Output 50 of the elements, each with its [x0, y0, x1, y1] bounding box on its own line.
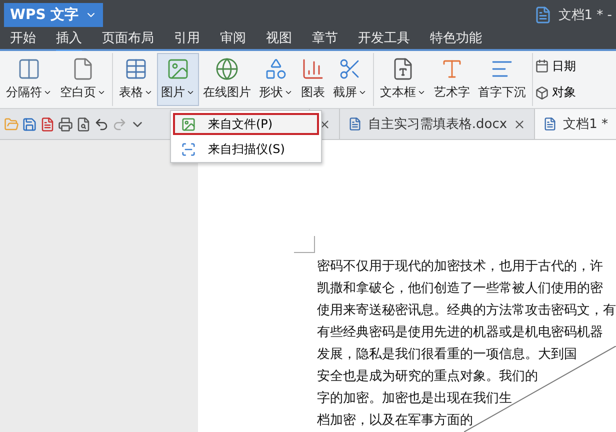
- menu-tab[interactable]: 视图: [266, 29, 292, 52]
- document-text-line: 字的加密。加密也是出现在我们生: [317, 390, 513, 408]
- word-document-icon: [348, 117, 362, 131]
- word-document-icon: [543, 117, 558, 131]
- picture-icon: [166, 57, 190, 82]
- pdf-icon[interactable]: [40, 116, 55, 132]
- table-icon: [124, 57, 148, 82]
- ribbon-button[interactable]: 在线图片: [199, 53, 255, 106]
- print-preview-icon[interactable]: [76, 116, 91, 132]
- ribbon-button[interactable]: 艺术字: [430, 53, 474, 106]
- document-title: 文档1 * -: [558, 6, 612, 24]
- document-text-line: 档加密，以及在军事方面的: [317, 412, 474, 430]
- menu-item[interactable]: 来自文件(P): [173, 113, 319, 135]
- close-icon[interactable]: [513, 118, 526, 130]
- document-text-line: 凯撒和拿破仑，他们创造了一些常被人们使用的密: [317, 280, 604, 298]
- menu-tab[interactable]: 开发工具: [358, 29, 410, 52]
- app-menu-button[interactable]: WPS 文字: [4, 2, 103, 27]
- online-picture-icon: [215, 57, 239, 82]
- chart-icon: [301, 57, 325, 82]
- menu-tab[interactable]: 特色功能: [430, 29, 482, 52]
- ribbon-button[interactable]: 首字下沉: [474, 53, 530, 106]
- document-tab[interactable]: 文档1 *: [534, 109, 616, 139]
- scanner-icon: [181, 142, 196, 156]
- print-icon[interactable]: [58, 116, 73, 132]
- menu-tab[interactable]: 审阅: [220, 29, 246, 52]
- document-text-line: 有些经典密码是使用先进的机器或是机电密码机器: [317, 324, 604, 342]
- ribbon-button[interactable]: 对象: [533, 84, 578, 102]
- document-text-line: 密码不仅用于现代的加密技术，也用于古代的，许: [317, 258, 604, 276]
- picture-icon: [181, 116, 196, 132]
- ribbon-button[interactable]: 表格: [115, 53, 157, 106]
- shapes-icon: [264, 57, 288, 82]
- document-text-line: 使用来寄送秘密讯息。经典的方法常攻击密码文，有: [317, 302, 616, 320]
- ribbon-button[interactable]: 日期: [533, 58, 578, 75]
- object-icon: [535, 86, 549, 100]
- save-icon[interactable]: [22, 116, 37, 132]
- menu-tab[interactable]: 章节: [312, 29, 338, 52]
- margin-corner-mark: [294, 236, 315, 253]
- ribbon-button[interactable]: 图片: [157, 53, 199, 106]
- undo-icon[interactable]: [94, 116, 109, 132]
- calendar-icon: [535, 59, 549, 74]
- ribbon-button[interactable]: 截屏: [329, 53, 371, 106]
- menu-tab[interactable]: 页面布局: [102, 29, 154, 52]
- menu-tab[interactable]: 引用: [174, 29, 200, 52]
- ribbon-button[interactable]: 图表: [297, 53, 329, 106]
- ribbon-button[interactable]: 分隔符: [2, 53, 56, 106]
- ribbon-button[interactable]: 文本框: [376, 53, 430, 106]
- menu-tab[interactable]: 开始: [10, 29, 36, 52]
- ribbon-button[interactable]: 空白页: [56, 53, 110, 106]
- ribbon-button[interactable]: 形状: [255, 53, 297, 106]
- document-icon: [534, 6, 552, 24]
